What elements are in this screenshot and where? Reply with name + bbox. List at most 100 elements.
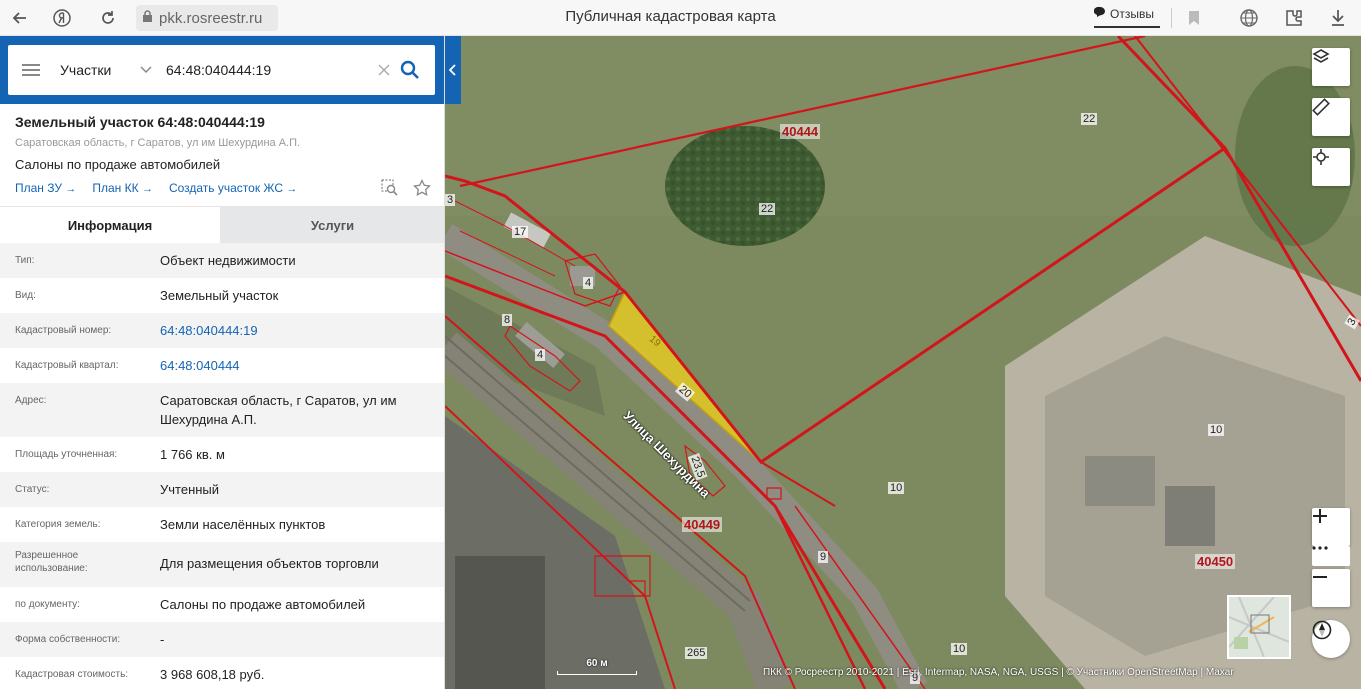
search-input[interactable]: 64:48:040444:19 [166,62,366,78]
cadastral-quarter-link[interactable]: 64:48:040444 [160,348,444,383]
bookmark-icon[interactable] [1182,6,1206,30]
parcel-number-label: 22 [1081,113,1098,125]
table-row: по документу: Салоны по продаже автомоби… [0,587,444,622]
scale-label: 60 м [586,658,608,669]
building-block [1165,486,1215,546]
extensions-icon[interactable] [1282,6,1306,30]
row-label: Разрешенное использование: [15,550,88,574]
clear-icon[interactable] [378,60,390,81]
row-label: Вид: [15,290,36,301]
row-value: - [160,632,165,647]
table-row: Категория земель: Земли населённых пункт… [0,507,444,542]
search-strip: Участки 64:48:040444:19 [0,36,444,104]
favorite-star-icon[interactable] [413,178,431,202]
yandex-icon[interactable] [50,6,74,30]
map-scale: 60 м [557,658,637,678]
field-north [445,36,1361,216]
overview-minimap[interactable] [1227,595,1291,659]
object-links: План ЗУ → План КК → Создать участок ЖС → [15,181,297,195]
table-row: Кадастровый номер: 64:48:040444:19 [0,313,444,348]
building-block [1085,456,1155,506]
block-number-label: 40444 [780,124,821,139]
row-value: 3 968 608,18 руб. [160,667,265,682]
table-row: Кадастровая стоимость: 3 968 608,18 руб. [0,657,444,689]
reviews-label: Отзывы [1110,6,1154,21]
locate-button[interactable] [1312,148,1350,186]
row-label: Кадастровая стоимость: [15,669,129,680]
map-attribution: ПКК © Росреестр 2010-2021 | Esri, Interm… [763,667,1234,678]
table-row: Разрешенное использование: Для размещени… [0,542,444,587]
map-canvas [445,36,1361,689]
compass-button[interactable] [1312,620,1350,658]
object-address: Саратовская область, г Саратов, ул им Ше… [15,137,301,149]
menu-icon[interactable] [22,61,40,79]
zoom-to-object-icon[interactable] [381,179,399,202]
row-label: Тип: [15,255,35,266]
chevron-down-icon[interactable] [140,63,152,77]
row-value: Учтенный [160,482,220,497]
row-value: Земельный участок [160,288,279,303]
table-row: Вид: Земельный участок [0,278,444,313]
scale-bar [557,671,637,675]
row-label: Адрес: [15,395,47,406]
table-row: Адрес: Саратовская область, г Саратов, у… [0,383,444,437]
refresh-icon[interactable] [96,6,120,30]
globe-icon[interactable] [1237,6,1261,30]
ruler-button[interactable] [1312,98,1350,136]
create-plot-link[interactable]: Создать участок ЖС → [169,181,297,195]
zoom-in-button[interactable] [1312,508,1350,546]
lock-icon [142,10,153,26]
row-label: Категория земель: [15,519,101,530]
tab-services[interactable]: Услуги [220,207,444,244]
parcel-number-label: 10 [1208,424,1225,436]
tree-cluster [665,126,825,246]
parcel-number-label: 8 [502,314,513,326]
chat-bubble-icon [1093,6,1106,21]
zoom-out-button[interactable] [1312,569,1350,607]
tab-information[interactable]: Информация [0,207,220,244]
row-label: Форма собственности: [15,634,121,645]
cadastral-map[interactable]: 40444 40449 40450 22 22 17 4 4 8 19 20 2… [445,36,1361,689]
collapse-panel-button[interactable] [445,36,461,104]
download-icon[interactable] [1326,6,1350,30]
parcel-number-label: 4 [535,349,546,361]
reviews-underline [1094,26,1160,28]
page-title: Публичная кадастровая карта [565,8,776,25]
parcel-number-label: 4 [583,277,594,289]
search-type-select[interactable]: Участки [60,62,120,78]
back-icon[interactable] [8,6,32,30]
arrow-right-icon: → [141,183,153,195]
toolbar-divider [1171,8,1172,28]
table-row: Тип: Объект недвижимости [0,243,444,278]
table-row: Статус: Учтенный [0,472,444,507]
plan-kk-link[interactable]: План КК → [92,181,153,195]
warehouse-roof [455,556,545,689]
cadastral-number-link[interactable]: 64:48:040444:19 [160,313,444,348]
parcel-number-label: 265 [685,647,708,659]
parcel-number-label: 9 [818,551,829,563]
block-number-label: 40450 [1195,554,1236,569]
row-value: 1 766 кв. м [160,447,225,462]
row-value: Земли населённых пунктов [160,517,326,532]
parcel-number-label: 17 [512,226,529,238]
parcel-number-label: 10 [888,482,905,494]
layers-button[interactable] [1312,48,1350,86]
info-panel: Участки 64:48:040444:19 Земельный участо… [0,36,445,689]
row-label: по документу: [15,599,80,610]
arrow-right-icon: → [65,183,77,195]
plan-zu-link[interactable]: План ЗУ → [15,181,76,195]
more-button[interactable] [1312,546,1350,566]
object-tools [381,178,431,202]
row-label: Статус: [15,484,50,495]
table-row: Кадастровый квартал: 64:48:040444 [0,348,444,383]
row-value: Салоны по продаже автомобилей [160,597,366,612]
parcel-number-label: 10 [951,643,968,655]
row-label: Площадь уточненная: [15,449,118,460]
reviews-button[interactable]: Отзывы [1093,6,1154,21]
object-title: Земельный участок 64:48:040444:19 [15,114,265,130]
browser-toolbar: pkk.rosreestr.ru Публичная кадастровая к… [0,0,1361,36]
address-bar[interactable]: pkk.rosreestr.ru [136,5,278,31]
row-value: Саратовская область, г Саратов, ул им Ше… [160,393,397,427]
table-row: Форма собственности: - [0,622,444,657]
search-icon[interactable] [400,60,420,80]
